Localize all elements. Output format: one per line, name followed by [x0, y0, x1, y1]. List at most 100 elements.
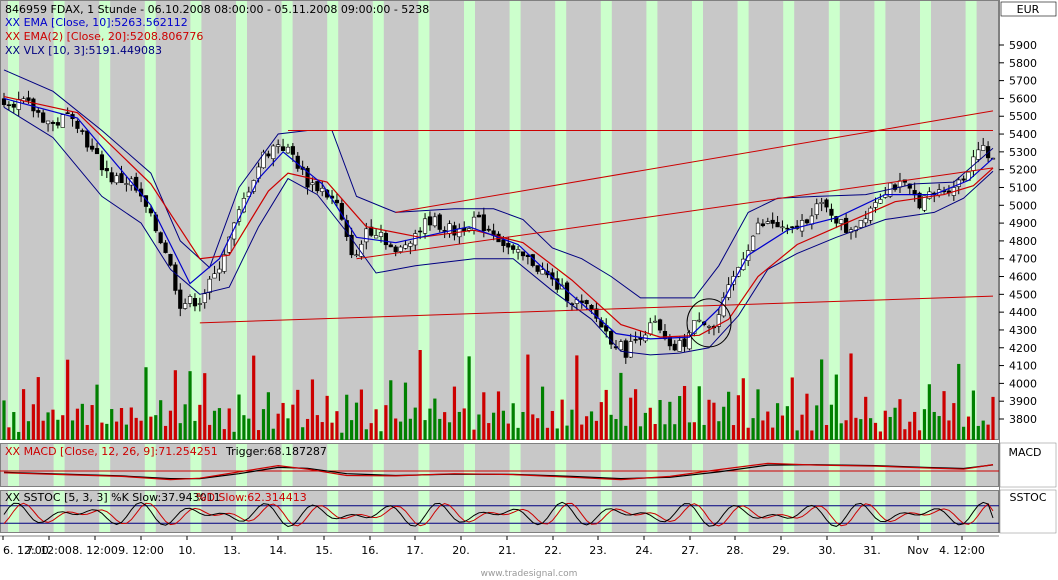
volume-bar [17, 431, 21, 440]
candle [657, 319, 663, 331]
volume-bar [633, 389, 638, 440]
candle [222, 254, 227, 272]
candle [653, 320, 658, 323]
session-band [327, 0, 339, 440]
volume-bar [540, 386, 545, 440]
volume-bar [369, 423, 373, 440]
volume-bar [447, 422, 452, 440]
price-tick-label: 5600 [1009, 92, 1037, 105]
volume-bar [66, 359, 70, 440]
candle [648, 322, 653, 335]
x-tick-label: Nov [907, 544, 929, 557]
volume-bar [976, 425, 980, 440]
volume-bar [668, 401, 672, 440]
session-band [372, 0, 384, 440]
volume-bar [394, 418, 398, 440]
session-band [692, 490, 703, 533]
macd-legend: XX MACD [Close, 12, 26, 9]:71.254251 [5, 445, 218, 458]
candle [192, 298, 198, 307]
x-tick-label: 30. [818, 544, 836, 557]
x-tick-label: 27. [681, 544, 699, 557]
volume-bar [21, 389, 26, 440]
candle [418, 230, 423, 233]
candle [589, 305, 594, 310]
candle [981, 145, 986, 151]
candle [839, 219, 844, 224]
candle [858, 220, 863, 228]
candle [114, 175, 119, 184]
x-tick-label: 17. [406, 544, 424, 557]
session-band [783, 0, 795, 440]
volume-bar [805, 393, 809, 440]
volume-bar [893, 407, 897, 440]
candle [780, 226, 785, 229]
volume-bar [149, 416, 153, 440]
volume-bar [95, 384, 99, 440]
candle [765, 221, 770, 224]
candle [814, 203, 819, 215]
volume-bar [658, 400, 662, 440]
volume-bar [898, 399, 902, 440]
candle [109, 172, 114, 183]
session-band [509, 0, 521, 440]
volume-bar [139, 420, 143, 440]
volume-bar [717, 421, 721, 440]
volume-bar [41, 420, 45, 440]
x-tick-label: 16. [361, 544, 379, 557]
volume-bar [276, 413, 280, 440]
sstoc-axis-title: SSTOC [1009, 491, 1046, 504]
x-tick-label: 4. 12:00 [939, 544, 985, 557]
volume-bar [673, 424, 677, 440]
volume-bar [443, 412, 447, 440]
candle [1, 98, 7, 105]
candle [437, 214, 442, 230]
volume-bar [56, 419, 60, 440]
volume-bar [423, 420, 427, 440]
session-band [509, 443, 521, 487]
volume-bar [252, 355, 256, 440]
session-band [920, 490, 931, 533]
volume-bar [119, 408, 124, 440]
session-band [874, 490, 886, 533]
session-band [646, 443, 658, 487]
price-tick-label: 4000 [1009, 377, 1037, 390]
volume-bar [134, 417, 138, 440]
candle [178, 289, 183, 309]
session-band [965, 490, 977, 533]
volume-bar [51, 409, 55, 440]
candle [202, 293, 207, 303]
candle [104, 168, 109, 172]
volume-bar [775, 403, 780, 440]
session-band [828, 490, 840, 533]
volume-bar [854, 417, 858, 440]
volume-bar [521, 412, 525, 440]
volume-bar [154, 415, 158, 440]
volume-bar [800, 414, 804, 440]
chart-window: 5900 5800 5700 5600 5500 5400 5300 5200 5100 5000… [0, 0, 1058, 580]
volume-bar [26, 421, 31, 440]
volume-bar [325, 395, 329, 440]
candle [99, 154, 105, 171]
volume-bar [834, 374, 838, 440]
volume-bar [727, 391, 731, 440]
volume-bar [183, 404, 187, 440]
volume-bar [408, 418, 412, 440]
volume-bar [70, 420, 75, 440]
volume-bar [296, 389, 300, 440]
candle [917, 192, 922, 209]
macd-trigger-legend: Trigger:68.187287 [225, 445, 327, 458]
candle [486, 228, 491, 231]
candle [618, 341, 624, 351]
volume-bar [619, 372, 623, 440]
trading-chart[interactable]: 5900 5800 5700 5600 5500 5400 5300 5200 5100 5000… [0, 0, 1058, 580]
candle [55, 122, 60, 126]
candle [207, 278, 212, 293]
volume-bar [492, 412, 496, 440]
session-band [327, 443, 339, 487]
x-tick-label: 29. [772, 544, 790, 557]
candle [334, 199, 340, 204]
x-tick-label: 7. 12:00 [26, 544, 72, 557]
volume-bar [966, 416, 971, 440]
volume-bar [594, 420, 599, 440]
price-tick-label: 5900 [1009, 39, 1037, 52]
